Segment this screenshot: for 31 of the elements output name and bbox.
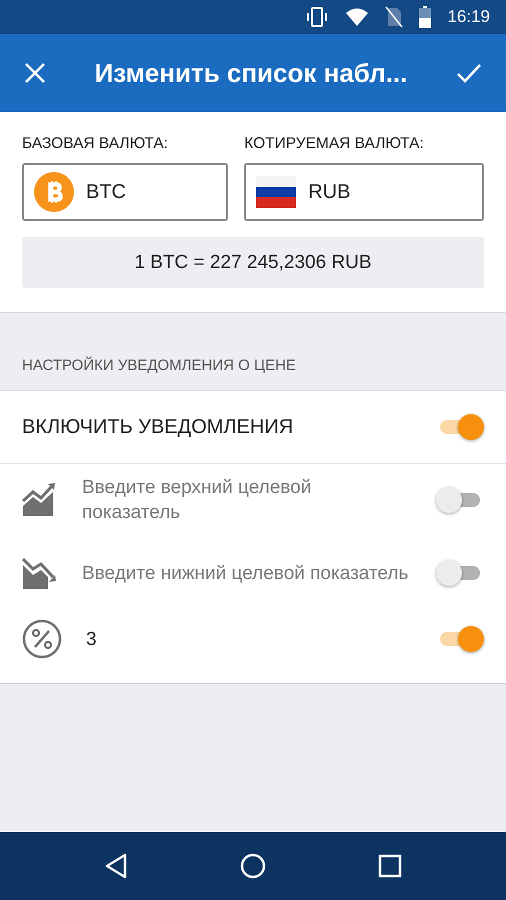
section-header: НАСТРОЙКИ УВЕДОМЛЕНИЯ О ЦЕНЕ (21, 356, 297, 376)
back-button[interactable] (104, 853, 128, 879)
status-time: 16:19 (447, 6, 490, 28)
close-icon (24, 62, 46, 84)
home-icon (240, 853, 266, 879)
bitcoin-icon (34, 172, 74, 212)
battery-icon (419, 6, 432, 28)
notifications-label: ВКЛЮЧИТЬ УВЕДОМЛЕНИЯ (22, 414, 294, 440)
confirm-button[interactable] (456, 62, 482, 84)
wifi-icon (345, 7, 370, 27)
trend-up-icon (22, 482, 58, 518)
percent-icon (22, 619, 62, 660)
field-label: КОТИРУЕМАЯ ВАЛЮТА: (244, 134, 425, 154)
exchange-rate: 1 BTC = 227 245,2306 RUB (22, 237, 484, 288)
trend-down-icon (22, 555, 58, 592)
value-field[interactable]: 3 (86, 626, 412, 652)
field-label: БАЗОВАЯ ВАЛЮТА: (22, 134, 169, 154)
flag-icon (256, 176, 296, 208)
recents-icon (378, 854, 402, 878)
input-field[interactable]: Введите нижний целевой показатель (82, 560, 412, 586)
home-button[interactable] (240, 853, 266, 879)
back-icon (104, 853, 128, 879)
currency-selector[interactable]: BTC (22, 163, 228, 222)
input-field[interactable]: Введите верхний целевой показатель (82, 475, 412, 526)
screen-title: Изменить список набл... (94, 56, 408, 90)
recents-button[interactable] (378, 854, 402, 878)
close-button[interactable] (24, 62, 46, 84)
check-icon (456, 62, 482, 84)
no-sim-icon (385, 6, 404, 28)
vibrate-icon (305, 6, 330, 28)
currency-selector[interactable]: RUB (244, 163, 484, 222)
